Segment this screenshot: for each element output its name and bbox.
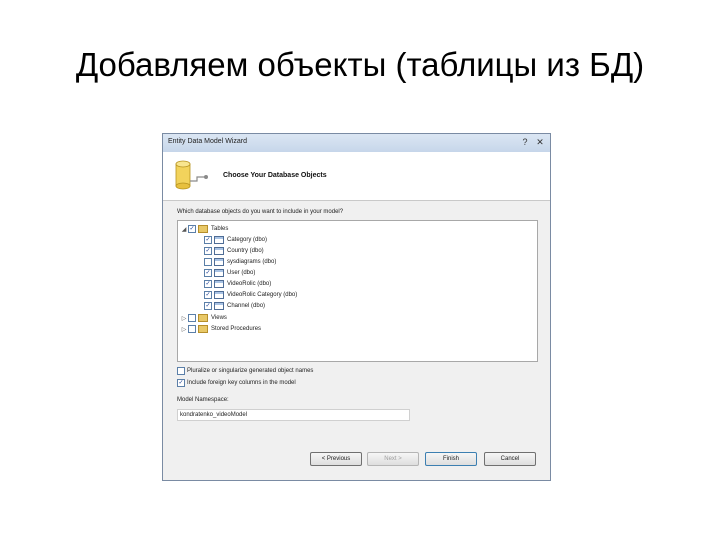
namespace-label: Model Namespace: (177, 397, 229, 403)
tree-node-table[interactable]: ✓ User (dbo) (204, 268, 255, 278)
tree-node-label: Stored Procedures (211, 326, 262, 332)
tree-node-label: VideoRolic Category (dbo) (227, 292, 298, 298)
next-button: Next > (367, 452, 419, 466)
tree-node-label: sysdiagrams (dbo) (227, 259, 277, 265)
namespace-input[interactable]: kondratenko_videoModel (177, 409, 410, 421)
table-icon (214, 236, 224, 244)
foreign-keys-label: Include foreign key columns in the model (187, 380, 296, 386)
help-button[interactable]: ? (518, 136, 532, 148)
procedures-checkbox[interactable] (188, 325, 196, 333)
table-icon (214, 280, 224, 288)
table-checkbox[interactable]: ✓ (204, 302, 212, 310)
table-checkbox[interactable] (204, 258, 212, 266)
tree-node-table[interactable]: ✓ VideoRolic (dbo) (204, 279, 271, 289)
table-checkbox[interactable]: ✓ (204, 247, 212, 255)
question-label: Which database objects do you want to in… (177, 209, 344, 215)
title-bar[interactable]: Entity Data Model Wizard ? ✕ (163, 134, 550, 152)
table-icon (214, 247, 224, 255)
tree-node-table[interactable]: ✓ Channel (dbo) (204, 301, 265, 311)
folder-icon (198, 314, 208, 322)
tree-node-table[interactable]: ✓ VideoRolic Category (dbo) (204, 290, 297, 300)
tree-node-label: VideoRolic (dbo) (227, 281, 272, 287)
page-heading: Choose Your Database Objects (223, 172, 327, 179)
tree-node-label: Category (dbo) (227, 237, 268, 243)
cancel-button[interactable]: Cancel (484, 452, 536, 466)
tree-node-tables[interactable]: ◢ ✓ Tables (180, 224, 228, 234)
table-checkbox[interactable]: ✓ (204, 280, 212, 288)
tree-node-label: Views (211, 315, 227, 321)
tables-checkbox[interactable]: ✓ (188, 225, 196, 233)
table-icon (214, 302, 224, 310)
table-checkbox[interactable]: ✓ (204, 236, 212, 244)
tree-node-label: User (dbo) (227, 270, 256, 276)
finish-button[interactable]: Finish (425, 452, 477, 466)
pluralize-option[interactable]: Pluralize or singularize generated objec… (177, 367, 313, 375)
folder-icon (198, 225, 208, 233)
tree-node-stored-procedures[interactable]: ▷ Stored Procedures (180, 324, 261, 334)
pluralize-label: Pluralize or singularize generated objec… (187, 368, 314, 374)
slide-title: Добавляем объекты (таблицы из БД) (75, 46, 645, 83)
pluralize-checkbox[interactable] (177, 367, 185, 375)
tree-node-table[interactable]: ✓ Category (dbo) (204, 235, 267, 245)
table-icon (214, 291, 224, 299)
tree-node-table[interactable]: ✓ Country (dbo) (204, 246, 264, 256)
tree-node-label: Country (dbo) (227, 248, 264, 254)
window-controls: ? ✕ (518, 136, 547, 148)
database-objects-tree[interactable]: ◢ ✓ Tables ✓ Category (dbo) ✓ Country (d… (177, 220, 538, 362)
tree-node-label: Channel (dbo) (227, 303, 266, 309)
window-title: Entity Data Model Wizard (168, 138, 247, 145)
foreign-keys-option[interactable]: ✓ Include foreign key columns in the mod… (177, 379, 296, 387)
expand-icon[interactable]: ▷ (180, 315, 188, 322)
table-icon (214, 269, 224, 277)
close-button[interactable]: ✕ (533, 136, 547, 148)
table-checkbox[interactable]: ✓ (204, 269, 212, 277)
foreign-keys-checkbox[interactable]: ✓ (177, 379, 185, 387)
table-icon (214, 258, 224, 266)
folder-icon (198, 325, 208, 333)
tree-node-views[interactable]: ▷ Views (180, 313, 227, 323)
wizard-window: Entity Data Model Wizard ? ✕ Choose Your… (162, 133, 551, 481)
collapse-icon[interactable]: ◢ (180, 226, 188, 233)
header-panel: Choose Your Database Objects (163, 152, 550, 201)
tree-node-table[interactable]: sysdiagrams (dbo) (204, 257, 276, 267)
previous-button[interactable]: < Previous (310, 452, 362, 466)
views-checkbox[interactable] (188, 314, 196, 322)
database-icon (175, 160, 208, 190)
table-checkbox[interactable]: ✓ (204, 291, 212, 299)
tree-node-label: Tables (211, 226, 229, 232)
expand-icon[interactable]: ▷ (180, 326, 188, 333)
